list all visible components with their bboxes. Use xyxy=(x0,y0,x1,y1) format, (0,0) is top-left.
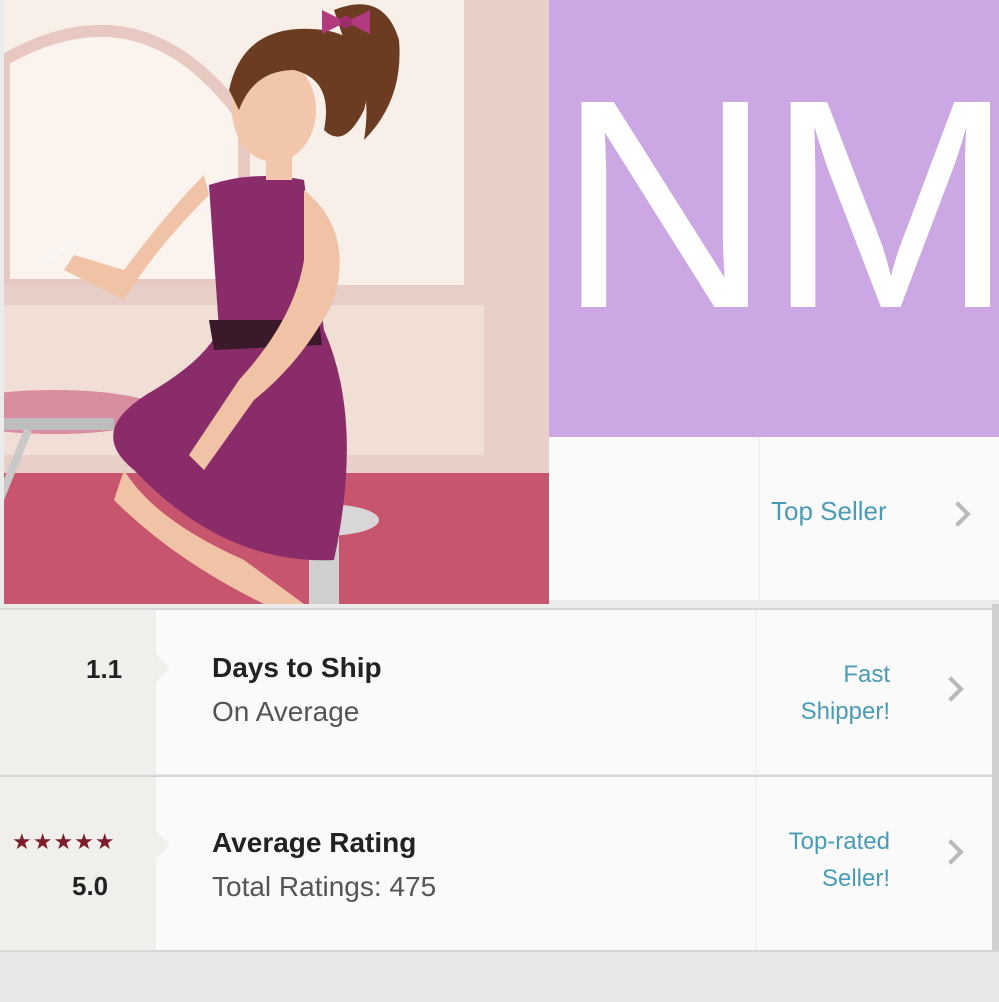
chevron-right-icon[interactable] xyxy=(938,676,964,702)
top-rated-seller-badge[interactable]: Top-rated Seller! xyxy=(789,823,890,897)
divider xyxy=(759,437,760,600)
chevron-right-icon[interactable] xyxy=(945,501,971,527)
days-to-ship-row[interactable]: 1.1 Days to Ship On Average Fast Shipper… xyxy=(0,608,995,774)
shop-initials-banner: NM xyxy=(549,0,999,437)
shop-avatar-image[interactable] xyxy=(4,0,549,604)
divider xyxy=(755,777,756,950)
panel-notch xyxy=(156,654,170,682)
average-rating-value: 5.0 xyxy=(72,871,109,901)
badge-line: Seller! xyxy=(821,865,890,892)
chevron-right-icon[interactable] xyxy=(938,839,964,865)
badge-line: Fast xyxy=(843,661,890,688)
top-seller-link[interactable]: Top Seller xyxy=(771,496,887,527)
shop-initials: NM xyxy=(557,38,999,371)
pinup-diner-girl-illustration xyxy=(4,0,549,604)
days-to-ship-subtitle: On Average xyxy=(212,696,360,727)
top-seller-row[interactable]: Top Seller xyxy=(549,437,999,600)
average-rating-row[interactable]: ★★★★★ 5.0 Average Rating Total Ratings: … xyxy=(0,775,995,950)
fast-shipper-badge[interactable]: Fast Shipper! xyxy=(801,656,890,730)
badge-line: Top-rated xyxy=(788,828,890,855)
badge-line: Shipper! xyxy=(800,698,890,725)
days-to-ship-title: Days to Ship xyxy=(212,652,382,683)
stat-value-panel xyxy=(0,777,156,950)
days-to-ship-value: 1.1 xyxy=(86,654,123,684)
average-rating-title: Average Rating xyxy=(212,827,417,858)
stat-value-panel xyxy=(0,610,156,774)
panel-notch xyxy=(156,831,170,859)
scrollbar[interactable] xyxy=(992,604,999,950)
divider xyxy=(755,610,756,774)
footer-strip xyxy=(0,950,999,1002)
star-rating-icon: ★★★★★ xyxy=(12,829,116,854)
total-ratings-text: Total Ratings: 475 xyxy=(212,871,437,902)
